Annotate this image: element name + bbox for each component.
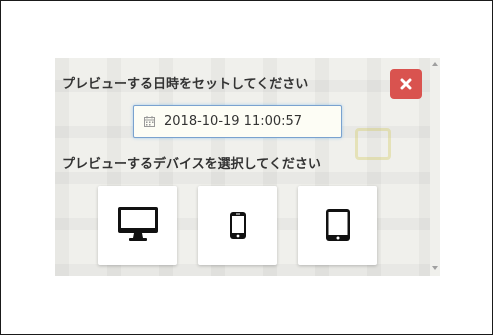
- datetime-label: プレビューする日時をセットしてください: [62, 77, 309, 92]
- scroll-up-arrow-icon[interactable]: [432, 62, 438, 66]
- calendar-icon: [144, 116, 155, 127]
- tablet-device-button[interactable]: [298, 186, 377, 265]
- scroll-down-arrow-icon[interactable]: [432, 266, 438, 270]
- desktop-icon: [118, 207, 158, 241]
- close-icon: [400, 78, 412, 90]
- background-accent: [355, 128, 391, 160]
- desktop-device-button[interactable]: [98, 186, 177, 265]
- smartphone-icon: [230, 212, 246, 239]
- preview-settings-panel: プレビューする日時をセットしてください 2018-10-19 11:00:57 …: [55, 58, 440, 276]
- tablet-icon: [326, 209, 350, 241]
- close-button[interactable]: [390, 69, 422, 99]
- smartphone-device-button[interactable]: [198, 186, 277, 265]
- datetime-value: 2018-10-19 11:00:57: [164, 114, 303, 129]
- device-label: プレビューするデバイスを選択してください: [62, 157, 321, 172]
- vertical-scrollbar[interactable]: [430, 58, 440, 276]
- datetime-input[interactable]: 2018-10-19 11:00:57: [133, 105, 342, 138]
